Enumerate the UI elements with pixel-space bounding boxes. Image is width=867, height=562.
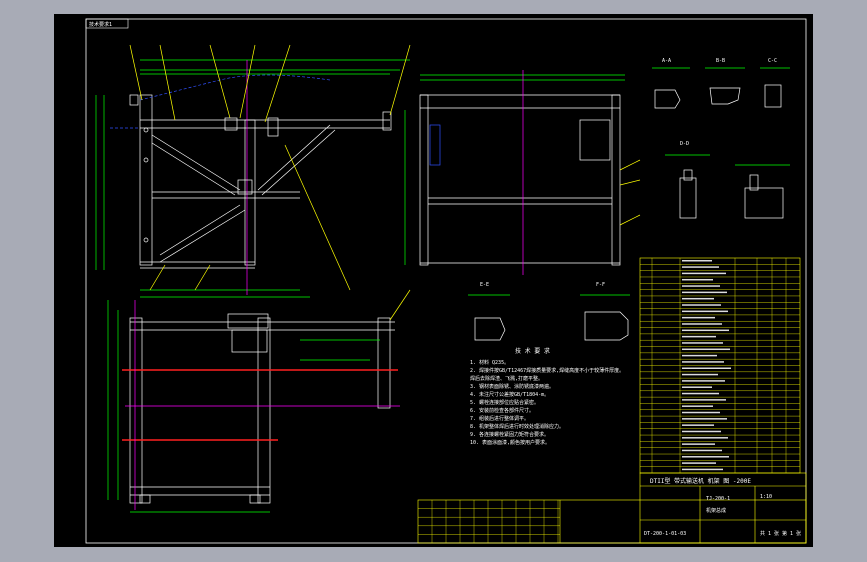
parts-list-entry bbox=[682, 367, 731, 369]
parts-list-entry bbox=[682, 335, 716, 338]
parts-list-entry bbox=[682, 462, 716, 464]
note-line: 9. 各连接螺栓紧固力矩符合要求。 bbox=[470, 431, 549, 438]
parts-list-entry bbox=[682, 399, 726, 401]
parts-list-entry bbox=[682, 456, 729, 458]
title-block-drawing-no: TJ-200-1 bbox=[706, 496, 730, 502]
section-label-e: E-E bbox=[480, 282, 489, 288]
parts-list-entry bbox=[682, 418, 727, 420]
title-block-part-no: DT-200-1-01-03 bbox=[644, 531, 686, 537]
note-line: 6. 安装前检查各部件尺寸。 bbox=[470, 407, 534, 414]
note-line: 焊后去除焊渣、飞溅,打磨平整。 bbox=[470, 375, 543, 382]
parts-list-entry bbox=[682, 323, 722, 325]
parts-list-entry bbox=[682, 361, 724, 363]
note-line: 8. 机架整体焊后进行时效处理消除应力。 bbox=[470, 423, 564, 430]
note-line: 7. 组装后进行整体调平。 bbox=[470, 415, 529, 422]
corner-tag-text: 技术要求1 bbox=[89, 21, 112, 28]
cad-drawing-canvas: 技术要求1 A-A B-B C-C D-D E-E F-F 技 术 要 求 1.… bbox=[54, 14, 813, 547]
parts-list-entry bbox=[682, 260, 712, 262]
parts-list-entry bbox=[682, 392, 719, 395]
parts-list-entry bbox=[682, 380, 725, 382]
parts-list-entry bbox=[682, 405, 713, 407]
title-block-scale: 1:10 bbox=[760, 494, 772, 500]
section-label-c: C-C bbox=[768, 58, 777, 64]
parts-list-entry bbox=[682, 424, 714, 426]
parts-list-entry bbox=[682, 278, 713, 281]
note-line: 2. 焊接件按GB/T12467焊接质量要求,焊缝高度不小于较薄件厚度。 bbox=[470, 367, 624, 374]
parts-list-entry bbox=[682, 386, 712, 388]
parts-list-entry bbox=[682, 285, 720, 287]
note-line: 1. 材料 Q235。 bbox=[470, 359, 509, 366]
parts-list-entry bbox=[682, 342, 723, 344]
drawing-sheet bbox=[54, 14, 813, 547]
note-line: 10. 表面涂面漆,颜色按用户要求。 bbox=[470, 439, 550, 446]
parts-list-entry bbox=[682, 291, 727, 294]
title-block-title: DTII型 带式输送机 机架 图 -200E bbox=[650, 477, 751, 485]
note-line: 3. 钢材表面除锈、涂防锈底漆两遍。 bbox=[470, 383, 554, 390]
parts-list-entry bbox=[682, 310, 728, 313]
parts-list-entry bbox=[682, 411, 720, 414]
section-label-f: F-F bbox=[596, 282, 605, 288]
parts-list-entry bbox=[682, 430, 721, 433]
parts-list-entry bbox=[682, 297, 714, 300]
parts-list-entry bbox=[682, 443, 715, 445]
title-block-label: 机架总成 bbox=[706, 507, 726, 514]
parts-list-entry bbox=[682, 373, 718, 376]
title-block-sheet: 共 1 张 第 1 张 bbox=[760, 530, 801, 537]
parts-list-entry bbox=[682, 468, 723, 471]
section-label-d: D-D bbox=[680, 141, 689, 147]
parts-list-entry bbox=[682, 304, 721, 306]
parts-list-entry bbox=[682, 272, 726, 275]
section-label-a: A-A bbox=[662, 58, 671, 64]
parts-list-entry bbox=[682, 266, 719, 268]
parts-list-entry bbox=[682, 316, 715, 319]
parts-list-entry bbox=[682, 449, 722, 452]
note-line: 5. 螺栓连接部位应贴合紧密。 bbox=[470, 399, 539, 406]
tech-notes-title: 技 术 要 求 bbox=[515, 347, 550, 355]
note-line: 4. 未注尺寸公差按GB/T1804-m。 bbox=[470, 391, 549, 398]
parts-list-entry bbox=[682, 348, 730, 351]
parts-list-entry bbox=[682, 354, 717, 357]
parts-list-entry bbox=[682, 329, 729, 332]
section-label-b: B-B bbox=[716, 58, 725, 64]
parts-list-entry bbox=[682, 437, 728, 439]
